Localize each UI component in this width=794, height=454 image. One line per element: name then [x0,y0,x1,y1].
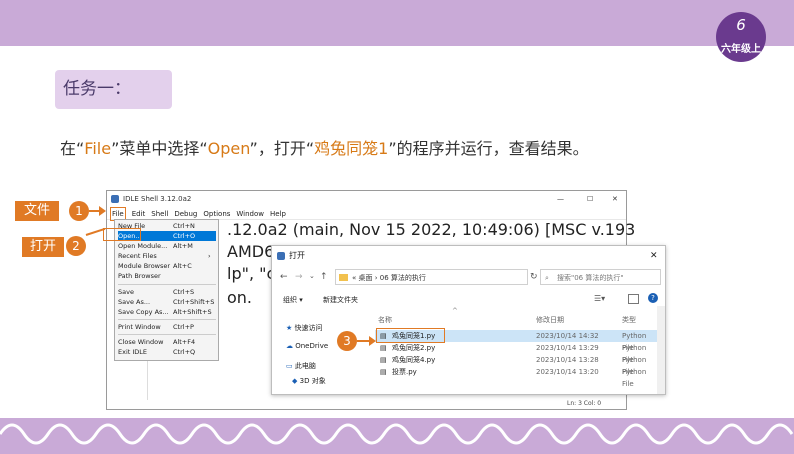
dialog-title-bar: 打开 ✕ [272,246,665,266]
back-arrow-icon[interactable]: ← [280,272,288,282]
menu-item-exit-idle[interactable]: Exit IDLE Ctrl+Q [118,347,216,357]
idle-title: IDLE Shell 3.12.0a2 [123,195,192,203]
menu-window[interactable]: Window [236,208,264,220]
star-icon: ★ [286,324,293,332]
column-type[interactable]: 类型 [622,315,636,325]
program-highlight: 鸡兔同笼1 [314,139,389,158]
nav-quick-access[interactable]: ★ 快速访问 [286,323,323,333]
menu-item-path-browser[interactable]: Path Browser [118,271,216,281]
shell-line-3: lp", "c [227,264,276,283]
task-label: 任务一： [55,70,172,109]
menu-item-open-module[interactable]: Open Module... Alt+M [118,241,216,251]
nav-this-pc[interactable]: ▭ 此电脑 [286,361,316,371]
menu-item-close-window[interactable]: Close Window Alt+F4 [118,337,216,347]
open-highlight: Open [207,139,250,158]
callout-1-arrow [89,210,99,212]
dropdown-chevron-icon[interactable]: ⌄ [309,272,315,280]
shell-line-4: on. [227,288,253,307]
forward-arrow-icon[interactable]: → [295,272,303,282]
cloud-icon: ☁ [286,342,293,350]
menu-item-save-copy-as[interactable]: Save Copy As... Alt+Shift+S [118,307,216,317]
help-icon[interactable]: ? [648,293,658,303]
column-date[interactable]: 修改日期 [536,315,564,325]
shell-line-2: AMD6 [227,242,275,261]
file-row[interactable]: ▤ 鸡兔同笼2.py 2023/10/14 13:29 Python File [375,342,657,364]
callout-1-circle: 1 [69,201,89,221]
grade-number: 6 [736,16,746,34]
file-date: 2023/10/14 13:20 [536,368,599,376]
file-date: 2023/10/14 14:32 [536,332,599,340]
status-bar: Ln: 3 Col: 0 [567,400,602,407]
organize-button[interactable]: 组织 ▾ [283,295,303,305]
menu-item-save-as[interactable]: Save As... Ctrl+Shift+S [118,297,216,307]
search-placeholder: 搜索"06 算法的执行" [557,274,624,282]
close-icon[interactable]: ✕ [612,191,618,207]
file-row[interactable]: ▤ 投票.py 2023/10/14 13:20 Python File [375,366,657,388]
file-row[interactable]: ▤ 鸡兔同笼4.py 2023/10/14 13:28 Python File [375,354,657,376]
file-date: 2023/10/14 13:29 [536,344,599,352]
dialog-close-icon[interactable]: ✕ [650,246,658,266]
menu-item-save[interactable]: Save Ctrl+S [118,287,216,297]
open-highlight-box [103,228,141,241]
menu-item-print-window[interactable]: Print Window Ctrl+P [118,322,216,332]
callout-2-circle: 2 [66,236,86,256]
idle-title-bar: IDLE Shell 3.12.0a2 — ☐ ✕ [107,191,626,207]
nav-3d-objects[interactable]: ◆ 3D 对象 [292,376,326,386]
search-input[interactable]: ⌕ 搜索"06 算法的执行" [540,269,661,285]
sort-up-icon: ^ [452,307,458,315]
search-icon: ⌕ [545,274,549,282]
arrowhead-icon [99,206,106,216]
new-folder-button[interactable]: 新建文件夹 [323,295,358,305]
menu-item-recent-files[interactable]: Recent Files › [118,251,216,261]
menu-help[interactable]: Help [270,208,286,220]
menu-separator [118,319,216,320]
view-options-icon[interactable]: ☰▾ [594,294,605,303]
up-arrow-icon[interactable]: ↑ [320,272,328,282]
instruction-text: 在“File”菜单中选择“Open”，打开“鸡兔同笼1”的程序并运行，查看结果。 [60,139,589,158]
file-name: 投票.py [392,368,417,376]
address-bar[interactable]: « 桌面 › 06 算法的执行 [335,269,528,285]
column-name[interactable]: 名称 [378,315,392,325]
python-icon [111,195,119,203]
computer-icon: ▭ [286,362,293,370]
python-file-icon: ▤ [380,344,387,352]
menu-separator [118,334,216,335]
refresh-icon[interactable]: ↻ [530,272,538,282]
callout-3-circle: 3 [337,331,357,351]
maximize-icon[interactable]: ☐ [587,191,593,207]
file-date: 2023/10/14 13:28 [536,356,599,364]
menu-item-module-browser[interactable]: Module Browser Alt+C [118,261,216,271]
arrowhead-icon [369,336,376,346]
preview-pane-icon[interactable] [628,294,639,304]
minimize-icon[interactable]: — [557,191,564,207]
selected-file-highlight-box [376,328,445,343]
file-name: 鸡兔同笼4.py [392,356,436,364]
callout-open-label: 打开 [22,237,64,257]
wave-decoration [0,423,794,445]
python-file-icon: ▤ [380,368,387,376]
callout-3-arrow [357,340,369,342]
menu-separator [118,284,216,285]
folder-icon [339,274,348,281]
open-file-dialog[interactable]: 打开 ✕ ← → ⌄ ↑ « 桌面 › 06 算法的执行 ↻ ⌕ 搜索"06 算… [271,245,666,395]
file-highlight: File [84,139,112,158]
grade-badge: 6 六年级上 [716,12,766,62]
file-type: Python File [622,368,647,388]
cube-icon: ◆ [292,377,298,385]
nav-onedrive[interactable]: ☁ OneDrive [286,342,328,350]
top-banner [0,0,794,46]
python-icon [277,252,285,260]
shell-line-1: .12.0a2 (main, Nov 15 2022, 10:49:06) [M… [227,220,636,239]
grade-label: 六年级上 [721,44,761,55]
file-name: 鸡兔同笼2.py [392,344,436,352]
address-breadcrumb: « 桌面 › 06 算法的执行 [352,274,426,282]
callout-file-label: 文件 [15,201,59,221]
python-file-icon: ▤ [380,356,387,364]
dialog-title: 打开 [289,251,305,260]
scrollbar[interactable] [657,306,665,394]
